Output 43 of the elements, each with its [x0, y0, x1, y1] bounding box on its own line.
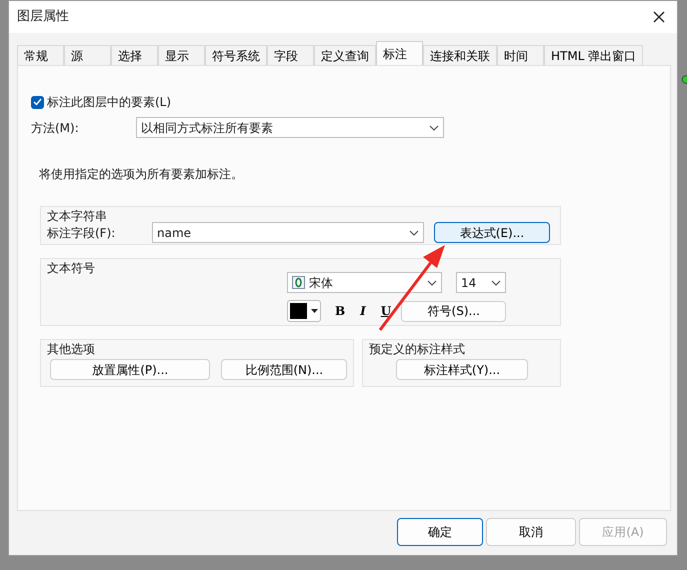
tab[interactable]: 时间	[497, 45, 544, 65]
tab[interactable]: 连接和关联	[423, 45, 497, 65]
tab[interactable]: 符号系统	[205, 45, 267, 65]
chevron-icon	[427, 280, 437, 286]
tab[interactable]: 常规	[17, 45, 64, 65]
symbol-button[interactable]: 符号(S)...	[401, 300, 506, 322]
group-title: 文本字符串	[47, 208, 107, 225]
italic-button[interactable]: I	[356, 302, 370, 320]
expression-button[interactable]: 表达式(E)...	[434, 222, 550, 243]
description-text: 将使用指定的选项为所有要素加标注。	[39, 166, 244, 183]
group-title: 其他选项	[47, 341, 95, 358]
tab[interactable]: HTML 弹出窗口	[544, 45, 644, 65]
tab[interactable]: 选择	[111, 45, 158, 65]
scale-range-button[interactable]: 比例范围(N)...	[221, 359, 347, 380]
method-dropdown[interactable]: 以相同方式标注所有要素	[136, 117, 444, 138]
group-title: 文本符号	[47, 260, 95, 277]
tab[interactable]: 显示	[158, 45, 205, 65]
close-icon[interactable]	[653, 11, 665, 23]
size-dropdown[interactable]: 14	[456, 272, 506, 293]
bold-button[interactable]: B	[331, 302, 350, 320]
dialog-button[interactable]: 确定	[397, 518, 483, 546]
tab[interactable]: 定义查询	[314, 45, 376, 65]
tab[interactable]: 标注	[376, 41, 423, 65]
chevron-icon	[429, 124, 439, 130]
chevron-icon	[491, 280, 501, 286]
tab[interactable]: 源	[64, 45, 111, 65]
label-style-button[interactable]: 标注样式(Y)...	[396, 359, 528, 380]
font-icon	[292, 276, 305, 289]
color-picker[interactable]	[287, 300, 321, 322]
underline-button[interactable]: U	[376, 302, 396, 320]
font-dropdown[interactable]: 宋体	[287, 272, 442, 293]
field-label: 标注字段(F):	[47, 224, 116, 242]
method-label: 方法(M):	[31, 120, 80, 136]
caret-icon	[310, 308, 318, 314]
window-title: 图层属性	[17, 8, 69, 26]
checkbox-label[interactable]: 标注此图层中的要素(L)	[47, 93, 172, 111]
checkbox[interactable]	[31, 96, 44, 108]
dialog-button[interactable]: 取消	[486, 518, 576, 546]
placement-button[interactable]: 放置属性(P)...	[50, 359, 210, 380]
chevron-icon	[409, 230, 419, 236]
tab[interactable]: 字段	[267, 45, 314, 65]
group-title: 预定义的标注样式	[369, 341, 465, 358]
field-dropdown[interactable]: name	[152, 222, 424, 243]
